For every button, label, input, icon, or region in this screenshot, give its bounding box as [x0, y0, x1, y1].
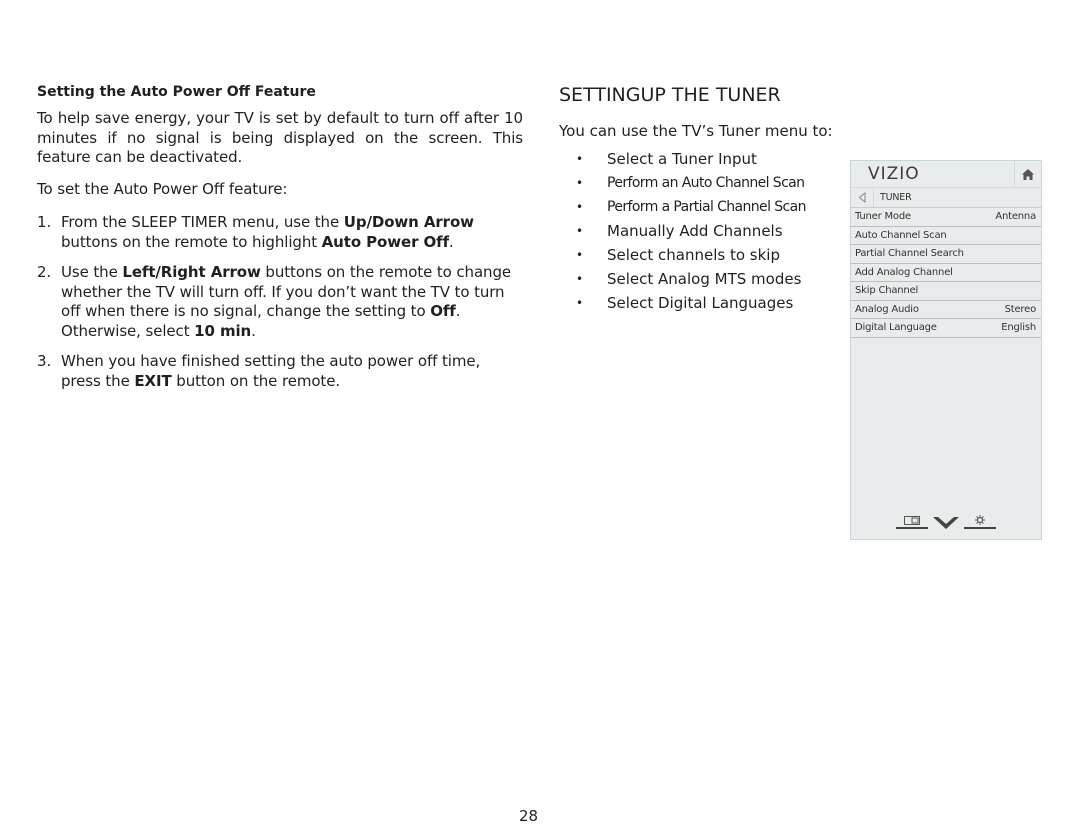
bullet-icon: • — [576, 272, 584, 286]
auto-power-off-section: Setting the Auto Power Off Feature To he… — [37, 84, 523, 402]
step-text: Use the — [61, 263, 123, 281]
menu-item-value: Stereo — [1004, 303, 1037, 315]
bullet-text: Manually Add Channels — [607, 222, 783, 240]
bullet-icon: • — [576, 176, 583, 190]
subheading: Setting the Auto Power Off Feature — [37, 84, 316, 100]
tv-menu-item[interactable]: Skip Channel — [851, 282, 1041, 301]
bullet-text: Select channels to skip — [607, 246, 780, 264]
step-number: 1. — [37, 213, 52, 231]
step-number: 3. — [37, 352, 52, 370]
bullet-text: Select Digital Languages — [607, 294, 794, 312]
bullet-item: • Manually Add Channels — [559, 219, 844, 243]
bullet-icon: • — [576, 248, 584, 262]
bullet-text: Select a Tuner Input — [607, 150, 757, 168]
lead-paragraph: To set the Auto Power Off feature: — [37, 179, 288, 198]
section-title: SETTINGUP THE TUNER — [559, 84, 781, 106]
step-text: buttons on the remote to highlight — [61, 232, 322, 251]
tv-menu-item[interactable]: Auto Channel Scan — [851, 227, 1041, 245]
step-number: 2. — [37, 263, 52, 281]
steps-list: 1. From the SLEEP TIMER menu, use the Up… — [37, 213, 523, 391]
step-bold: Auto Power Off — [321, 232, 450, 251]
bullet-icon: • — [576, 152, 584, 166]
back-arrow-icon[interactable] — [851, 188, 874, 207]
settings-icon[interactable] — [964, 515, 996, 529]
step-bold: Up/Down Arrow — [343, 213, 474, 231]
step-text: . — [449, 232, 454, 251]
tuner-intro: You can use the TV’s Tuner menu to: — [559, 122, 833, 140]
vizio-logo: VIZIO — [851, 161, 1015, 187]
bullet-item: • Select a Tuner Input — [559, 147, 844, 171]
step-bold: Off — [430, 302, 456, 320]
step-text: . — [251, 321, 256, 340]
tv-menu-item[interactable]: Digital Language English — [851, 319, 1041, 338]
tuner-section: SETTINGUP THE TUNER You can use the TV’s… — [559, 84, 844, 315]
tv-menu-list: Tuner Mode Antenna Auto Channel Scan Partia… — [851, 208, 1041, 338]
step-bold: Left/Right Arrow — [122, 263, 261, 281]
bullet-text: Perform a Partial Channel Scan — [607, 199, 806, 215]
bullet-text: Select Analog MTS modes — [607, 270, 802, 288]
wide-icon[interactable] — [896, 516, 928, 529]
bullet-item: • Select channels to skip — [559, 243, 844, 267]
menu-item-label: Analog Audio — [855, 303, 919, 315]
step-bold: 10 min — [194, 321, 252, 340]
bullet-icon: • — [576, 224, 584, 238]
menu-item-label: Tuner Mode — [855, 211, 911, 223]
bullet-text: Perform an Auto Channel Scan — [607, 175, 805, 191]
menu-item-label: Add Analog Channel — [855, 266, 953, 278]
menu-item-value: Antenna — [995, 211, 1036, 223]
home-icon[interactable] — [1015, 161, 1041, 187]
intro-paragraph: To help save energy, your TV is set by d… — [37, 109, 523, 166]
vizio-v-icon[interactable] — [933, 517, 959, 529]
tv-tuner-menu-illustration: VIZIO TUNER Tuner Mode Antenna Auto Channe… — [850, 160, 1042, 540]
menu-item-label: Partial Channel Search — [855, 248, 964, 260]
step-bold: EXIT — [134, 371, 172, 390]
step-text: button on the remote. — [171, 371, 340, 390]
menu-item-label: Auto Channel Scan — [855, 229, 947, 241]
step-text: From the SLEEP TIMER menu, use the — [61, 213, 344, 231]
tv-breadcrumb: TUNER — [851, 188, 1041, 208]
bullet-item: • Select Analog MTS modes — [559, 267, 844, 291]
tuner-bullets: • Select a Tuner Input • Perform an Auto C… — [559, 147, 844, 315]
step-item: 2. Use the Left/Right Arrow buttons on t… — [37, 263, 523, 341]
bullet-icon: • — [576, 200, 583, 214]
bullet-item: • Perform an Auto Channel Scan — [559, 171, 844, 195]
menu-item-value: English — [1001, 322, 1036, 334]
tv-menu-item[interactable]: Partial Channel Search — [851, 245, 1041, 264]
page-number: 28 — [519, 807, 539, 825]
step-item: 1. From the SLEEP TIMER menu, use the Up… — [37, 213, 523, 252]
step-item: 3. When you have finished setting the au… — [37, 352, 523, 391]
bullet-item: • Select Digital Languages — [559, 291, 844, 315]
breadcrumb-label: TUNER — [880, 192, 912, 203]
menu-item-label: Digital Language — [855, 322, 937, 334]
menu-item-label: Skip Channel — [855, 285, 919, 297]
tv-menu-item[interactable]: Add Analog Channel — [851, 264, 1041, 282]
tv-menu-footer — [851, 515, 1041, 529]
tv-menu-item[interactable]: Tuner Mode Antenna — [851, 208, 1041, 227]
bullet-item: • Perform a Partial Channel Scan — [559, 195, 844, 219]
tv-menu-item[interactable]: Analog Audio Stereo — [851, 301, 1041, 319]
bullet-icon: • — [576, 296, 584, 310]
tv-menu-header: VIZIO — [851, 161, 1041, 188]
